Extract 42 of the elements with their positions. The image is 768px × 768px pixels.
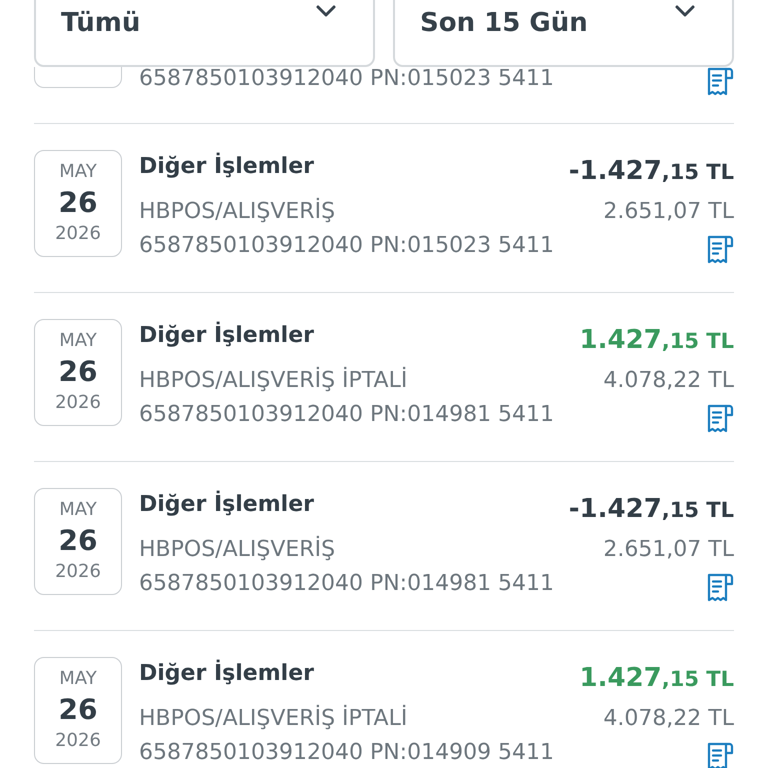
receipt-icon[interactable] [707, 235, 734, 264]
year-label: 2026 [55, 560, 101, 584]
transaction-description: HBPOS/ALIŞVERİŞ [139, 534, 336, 564]
dropdown[interactable]: Son 15 Gün [393, 0, 734, 67]
reference-number: 6587850103912040 PN:015023 5411 [139, 67, 554, 91]
month-label: MAY [59, 160, 97, 184]
balance: 4.078,22 TL [603, 367, 734, 395]
reference-number: 6587850103912040 PN:015023 5411 [139, 232, 554, 260]
reference-number: 6587850103912040 PN:014981 5411 [139, 570, 554, 598]
transaction-title: Diğer İşlemler [139, 152, 314, 181]
day-label: 26 [58, 185, 98, 221]
transaction-title: Diğer İşlemler [139, 490, 314, 519]
year-label: 2026 [55, 222, 101, 246]
receipt-icon[interactable] [707, 742, 734, 768]
day-label: 26 [58, 692, 98, 728]
transaction-title: Diğer İşlemler [139, 320, 314, 350]
month-label: MAY [59, 498, 97, 522]
transaction-description: HBPOS/ALIŞVERİŞ [139, 196, 336, 226]
chevron-down-icon [675, 5, 695, 17]
receipt-icon[interactable] [707, 573, 734, 602]
receipt-icon[interactable] [707, 67, 734, 96]
chevron-down-icon [316, 5, 336, 17]
amount: 1.427,15 TL [580, 324, 734, 357]
balance: 4.078,22 TL [603, 705, 734, 733]
reference-number: 6587850103912040 PN:014981 5411 [139, 401, 554, 429]
reference-number: 6587850103912040 PN:014909 5411 [139, 739, 554, 767]
day-label: 26 [58, 354, 98, 390]
month-label: MAY [59, 329, 97, 353]
year-label: 2026 [55, 729, 101, 753]
year-label: 2026 [55, 391, 101, 415]
transaction-title: Diğer İşlemler [139, 658, 314, 688]
amount: 1.427,15 TL [580, 662, 734, 695]
balance: 2.651,07 TL [603, 198, 734, 226]
amount: -1.427,15 TL [568, 493, 734, 526]
transaction-description: HBPOS/ALIŞVERİŞ İPTALİ [139, 366, 408, 395]
balance: 2.651,07 TL [603, 536, 734, 564]
transaction-description: HBPOS/ALIŞVERİŞ İPTALİ [139, 704, 408, 733]
month-label: MAY [59, 667, 97, 691]
dropdown[interactable]: Tümü [34, 0, 375, 67]
amount: -1.427,15 TL [568, 155, 734, 188]
day-label: 26 [58, 523, 98, 559]
receipt-icon[interactable] [707, 404, 734, 433]
